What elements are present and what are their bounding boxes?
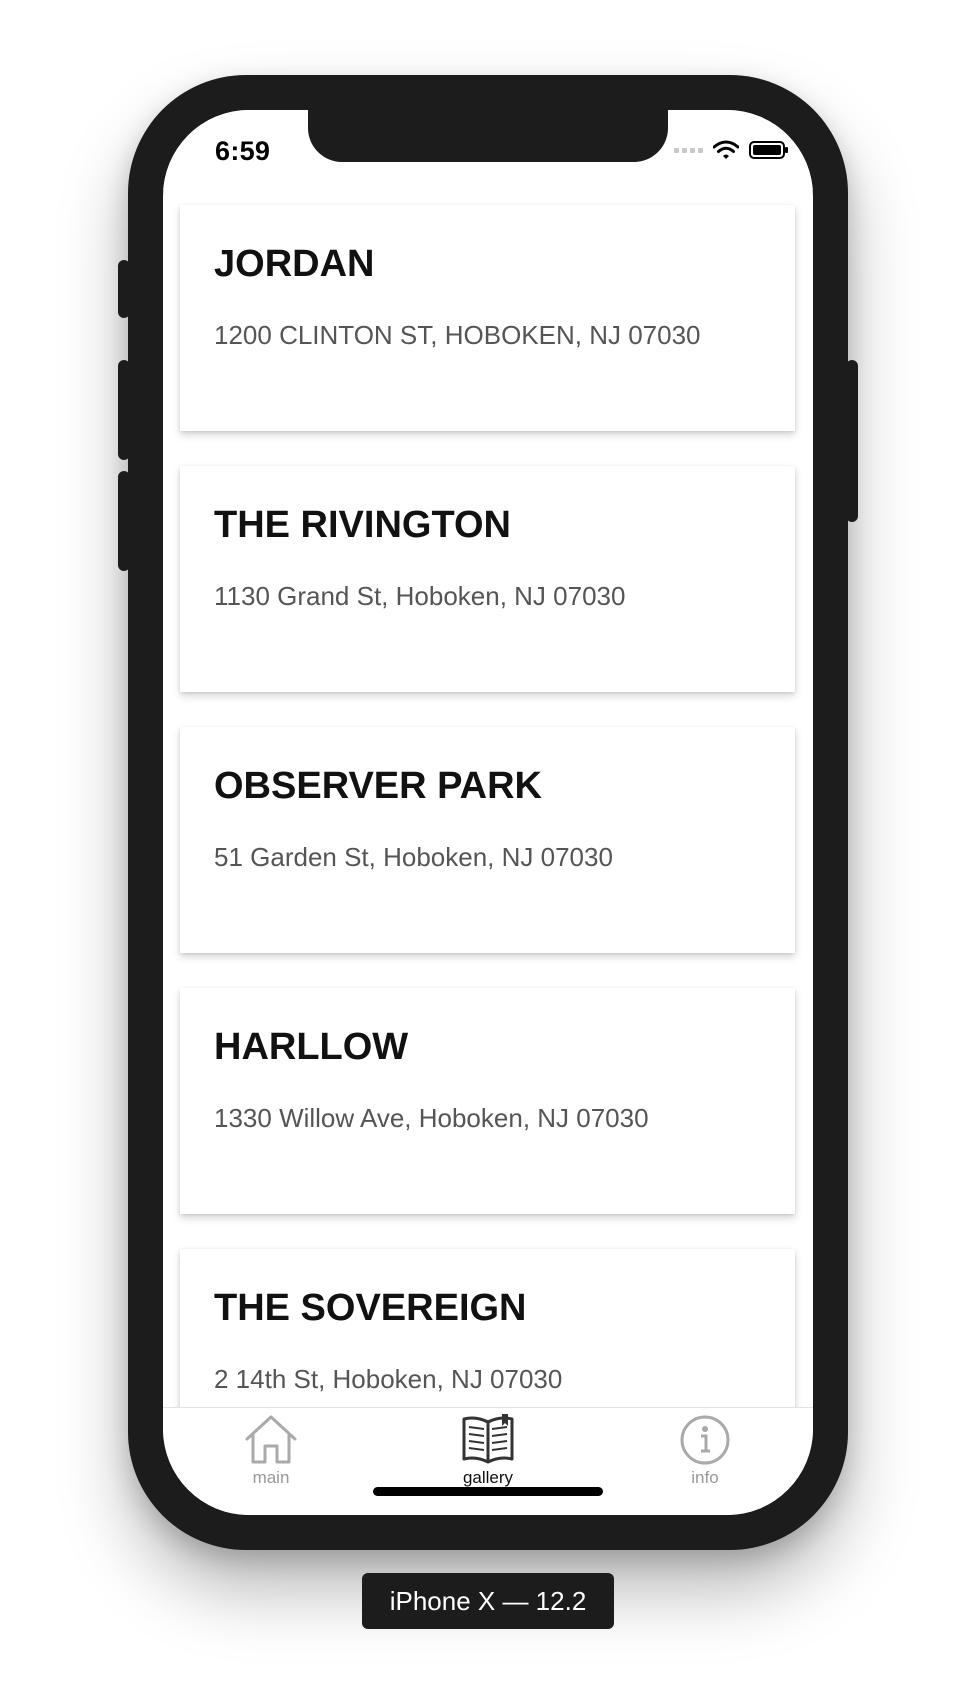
volume-up-button xyxy=(118,360,130,460)
tab-gallery-label: gallery xyxy=(462,1468,514,1487)
power-button xyxy=(846,360,858,522)
building-card[interactable]: THE RIVINGTON 1130 Grand St, Hoboken, NJ… xyxy=(180,466,795,692)
building-address: 1330 Willow Ave, Hoboken, NJ 07030 xyxy=(214,1103,649,1133)
tab-bar: main gallery info xyxy=(163,1407,813,1515)
building-address: 51 Garden St, Hoboken, NJ 07030 xyxy=(214,842,613,872)
building-card[interactable]: OBSERVER PARK 51 Garden St, Hoboken, NJ … xyxy=(180,727,795,953)
building-address: 1200 CLINTON ST, HOBOKEN, NJ 07030 xyxy=(214,320,701,350)
iphone-device-frame: 6:59 JORDAN 1200 CLINTON ST, HOBOKEN, NJ… xyxy=(118,75,858,1550)
building-name: THE RIVINGTON xyxy=(214,504,511,546)
wifi-icon xyxy=(713,140,739,159)
building-address: 2 14th St, Hoboken, NJ 07030 xyxy=(214,1364,563,1394)
tab-main-label: main xyxy=(252,1468,290,1487)
building-name: JORDAN xyxy=(214,243,375,285)
status-time: 6:59 xyxy=(215,136,271,166)
home-icon xyxy=(245,1415,297,1464)
tab-info-label: info xyxy=(691,1468,719,1487)
home-indicator[interactable] xyxy=(373,1487,603,1496)
status-icons xyxy=(674,140,788,160)
tab-info[interactable]: info xyxy=(650,1412,760,1502)
gallery-list[interactable]: JORDAN 1200 CLINTON ST, HOBOKEN, NJ 0703… xyxy=(163,190,813,1487)
notch xyxy=(308,110,668,162)
book-icon xyxy=(462,1414,514,1464)
simulator-device-label: iPhone X — 12.2 xyxy=(362,1573,614,1629)
volume-down-button xyxy=(118,471,130,571)
building-card[interactable]: JORDAN 1200 CLINTON ST, HOBOKEN, NJ 0703… xyxy=(180,205,795,431)
phone-screen: 6:59 JORDAN 1200 CLINTON ST, HOBOKEN, NJ… xyxy=(163,110,813,1515)
ringer-switch xyxy=(118,260,130,318)
building-name: HARLLOW xyxy=(214,1026,409,1068)
battery-icon xyxy=(749,141,788,159)
building-name: THE SOVEREIGN xyxy=(214,1287,527,1329)
building-name: OBSERVER PARK xyxy=(214,765,542,807)
building-card[interactable]: HARLLOW 1330 Willow Ave, Hoboken, NJ 070… xyxy=(180,988,795,1214)
tab-main[interactable]: main xyxy=(216,1412,326,1502)
building-address: 1130 Grand St, Hoboken, NJ 07030 xyxy=(214,581,626,611)
cellular-signal-icon xyxy=(674,147,703,153)
info-icon xyxy=(680,1415,730,1465)
